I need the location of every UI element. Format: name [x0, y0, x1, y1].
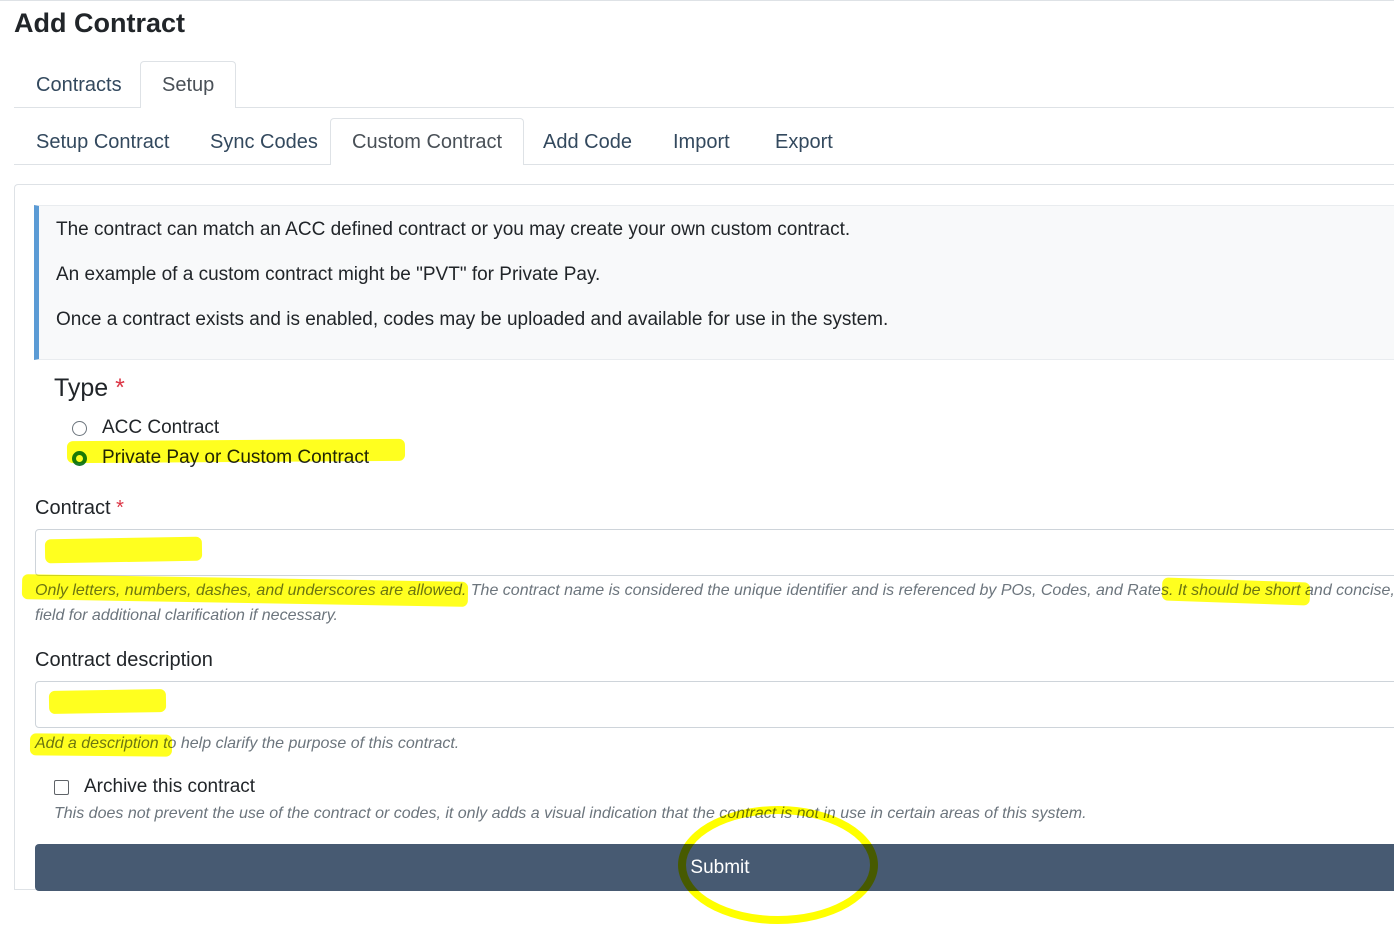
tab-setup[interactable]: Setup [140, 61, 237, 108]
archive-label[interactable]: Archive this contract [84, 776, 255, 798]
required-asterisk: * [116, 497, 124, 519]
info-text-2: An example of a custom contract might be… [56, 264, 601, 285]
tab-custom-contract[interactable]: Custom Contract [330, 118, 525, 165]
radio-button[interactable] [72, 420, 87, 436]
radio-label: ACC Contract [102, 417, 220, 438]
primary-tab-bar: Contracts Setup [14, 61, 1394, 108]
tab-contracts[interactable]: Contracts [14, 61, 144, 107]
tab-import[interactable]: Import [651, 118, 752, 164]
contract-input[interactable] [35, 529, 1394, 576]
contract-help-line-1: Only letters, numbers, dashes, and under… [35, 582, 1394, 599]
description-input[interactable] [35, 681, 1394, 728]
tab-export[interactable]: Export [753, 118, 855, 164]
required-asterisk: * [115, 374, 125, 402]
contract-label: Contract * [35, 497, 124, 520]
contract-help-line-2: field for additional clarification if ne… [35, 607, 338, 624]
type-label: Type * [54, 374, 125, 403]
info-text-1: The contract can match an ACC defined co… [56, 219, 851, 240]
secondary-tab-bar: Setup Contract Sync Codes Custom Contrac… [14, 118, 1394, 165]
archive-checkbox[interactable] [54, 780, 69, 795]
description-label: Contract description [35, 649, 213, 671]
page-title: Add Contract [14, 8, 185, 38]
submit-label: Submit [690, 856, 750, 878]
radio-label: Private Pay or Custom Contract [102, 447, 370, 468]
info-text-3: Once a contract exists and is enabled, c… [56, 309, 889, 330]
info-callout: The contract can match an ACC defined co… [34, 205, 1394, 360]
radio-acc-contract[interactable]: ACC Contract [72, 416, 219, 440]
top-border [0, 0, 1394, 1]
tab-add-code[interactable]: Add Code [521, 118, 654, 164]
contract-label-text: Contract [35, 497, 111, 519]
type-label-text: Type [54, 374, 109, 402]
radio-button-checked[interactable] [72, 450, 87, 466]
description-help: Add a description to help clarify the pu… [35, 735, 460, 752]
submit-button[interactable]: Submit [35, 844, 1394, 891]
tab-setup-contract[interactable]: Setup Contract [14, 118, 191, 164]
radio-custom-contract[interactable]: Private Pay or Custom Contract [72, 446, 369, 470]
archive-help: This does not prevent the use of the con… [54, 805, 1087, 822]
tab-sync-codes[interactable]: Sync Codes [188, 118, 340, 164]
